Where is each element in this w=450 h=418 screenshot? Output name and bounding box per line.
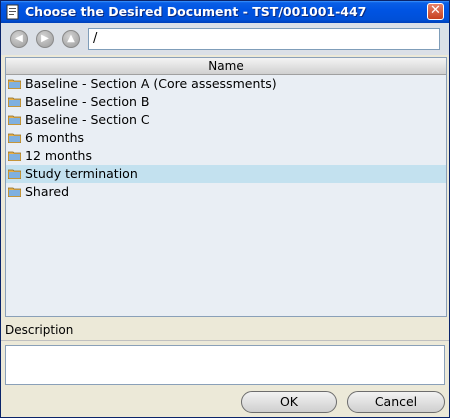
path-input[interactable]: / [88,28,440,50]
column-header-name[interactable]: Name [6,58,446,75]
list-item-label: Baseline - Section C [25,112,150,127]
list-item-selected[interactable]: Study termination [6,165,446,183]
back-arrow-icon: ◀ [15,33,23,44]
list-item-label: Baseline - Section B [25,94,150,109]
divider [1,340,449,341]
forward-button[interactable]: ▶ [36,30,54,48]
list-item-label: Shared [25,184,70,199]
forward-arrow-icon: ▶ [41,33,49,44]
close-button[interactable]: ✕ [427,3,444,20]
list-item-label: Baseline - Section A (Core assessments) [25,76,277,91]
app-icon [6,4,19,20]
title-bar[interactable]: Choose the Desired Document - TST/001001… [1,1,449,23]
list-item[interactable]: 6 months [6,129,446,147]
list-item-label: Study termination [25,166,138,181]
document-list: Name Baseline - Section A (Core assessme… [5,57,447,317]
up-button[interactable]: ▲ [62,30,80,48]
close-icon: ✕ [430,3,441,18]
folder-icon [8,187,21,197]
list-item[interactable]: Baseline - Section A (Core assessments) [6,75,446,93]
list-item-label: 12 months [25,148,92,163]
folder-icon [8,79,21,89]
back-button[interactable]: ◀ [10,30,28,48]
folder-icon [8,133,21,143]
folder-icon [8,115,21,125]
window-title: Choose the Desired Document - TST/001001… [25,4,367,19]
folder-icon [8,97,21,107]
description-label: Description [5,323,74,337]
list-item[interactable]: Shared [6,183,446,201]
ok-button[interactable]: OK [241,391,337,413]
list-item[interactable]: Baseline - Section B [6,93,446,111]
folder-icon [8,169,21,179]
list-item-label: 6 months [25,130,85,145]
folder-icon [8,151,21,161]
dialog-window: Choose the Desired Document - TST/001001… [0,0,450,418]
list-item[interactable]: 12 months [6,147,446,165]
up-arrow-icon: ▲ [67,33,75,44]
cancel-button[interactable]: Cancel [347,391,445,413]
list-item[interactable]: Baseline - Section C [6,111,446,129]
description-field[interactable] [5,345,445,385]
navigation-bar: ◀ ▶ ▲ / [1,23,449,55]
list-rows: Baseline - Section A (Core assessments) … [6,75,446,201]
